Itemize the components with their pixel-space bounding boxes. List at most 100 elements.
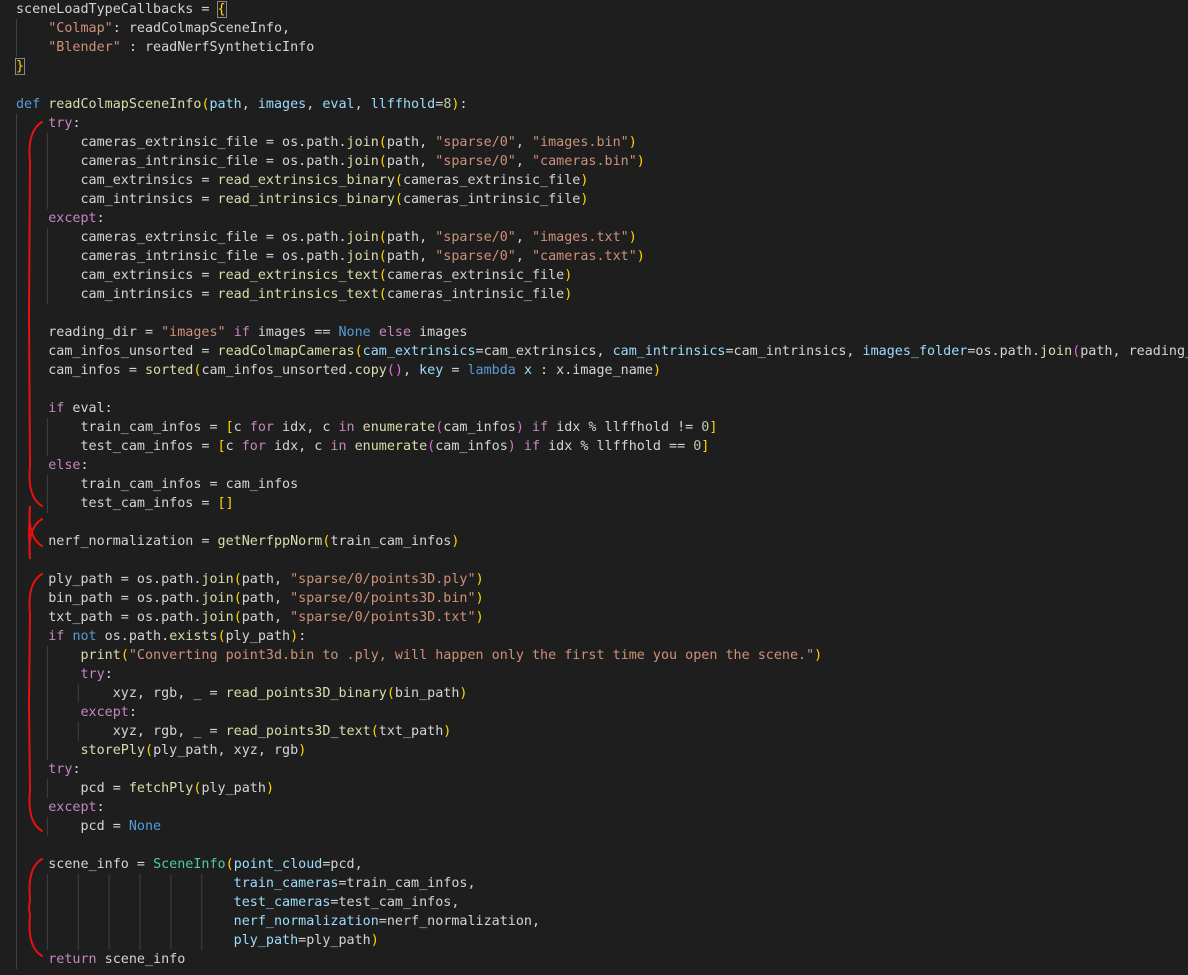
code-token: cam_intrinsics = <box>16 287 218 302</box>
code-token: ) <box>298 743 307 758</box>
code-line[interactable]: } <box>14 57 26 76</box>
code-token: "images.bin" <box>531 135 629 150</box>
code-line[interactable]: print("Converting point3d.bin to .ply, w… <box>16 646 823 665</box>
code-line[interactable]: train_cam_infos = [c for idx, c in enume… <box>16 418 717 437</box>
code-token: "cameras.bin" <box>531 154 637 169</box>
code-line[interactable]: cameras_extrinsic_file = os.path.join(pa… <box>16 228 636 247</box>
code-line[interactable]: test_cam_infos = [c for idx, c in enumer… <box>16 437 709 456</box>
code-token: ( <box>217 629 226 644</box>
code-line[interactable]: nerf_normalization=nerf_normalization, <box>16 912 540 931</box>
code-line[interactable]: scene_info = SceneInfo(point_cloud=pcd, <box>16 855 362 874</box>
code-token: join <box>1039 344 1073 359</box>
code-token: join <box>346 249 379 264</box>
code-token: images == <box>249 325 339 340</box>
code-token: , <box>515 230 532 245</box>
code-token: for <box>241 439 266 454</box>
code-line[interactable]: ply_path = os.path.join(path, "sparse/0/… <box>16 570 483 589</box>
code-token: for <box>249 420 274 435</box>
code-token: ( <box>233 591 242 606</box>
code-token: getNerfppNorm <box>217 534 323 549</box>
code-line[interactable]: except: <box>16 209 105 228</box>
code-line[interactable]: return scene_info <box>16 950 185 969</box>
code-line[interactable]: xyz, rgb, _ = read_points3D_text(txt_pat… <box>16 722 452 741</box>
code-line[interactable]: try: <box>16 665 113 684</box>
code-token: "sparse/0" <box>435 249 516 264</box>
code-token: ) <box>814 648 823 663</box>
code-token: ( <box>378 249 387 264</box>
code-line[interactable]: reading_dir = "images" if images == None… <box>16 323 467 342</box>
code-token: path, <box>241 591 291 606</box>
code-token: join <box>346 135 379 150</box>
code-line[interactable]: if eval: <box>16 399 113 418</box>
code-line[interactable]: sceneLoadTypeCallbacks = { <box>16 0 227 19</box>
code-token: , <box>354 97 371 112</box>
code-line[interactable]: cam_infos_unsorted = readColmapCameras(c… <box>16 342 1188 361</box>
code-line[interactable]: cameras_intrinsic_file = os.path.join(pa… <box>16 152 644 171</box>
code-token: ) <box>580 173 589 188</box>
code-token: : readNerfSyntheticInfo <box>120 40 315 55</box>
code-token: , <box>515 154 532 169</box>
code-line[interactable]: nerf_normalization = getNerfppNorm(train… <box>16 532 459 551</box>
code-line[interactable]: cam_infos = sorted(cam_infos_unsorted.co… <box>16 361 661 380</box>
code-line[interactable]: pcd = None <box>16 817 161 836</box>
code-line[interactable]: cam_intrinsics = read_intrinsics_binary(… <box>16 190 588 209</box>
code-line[interactable]: if not os.path.exists(ply_path): <box>16 627 306 646</box>
code-token: ( <box>394 173 403 188</box>
code-line[interactable]: pcd = fetchPly(ply_path) <box>16 779 274 798</box>
code-line[interactable]: ply_path=ply_path) <box>16 931 379 950</box>
code-token: cam_infos_unsorted. <box>201 363 355 378</box>
code-token: : <box>298 629 307 644</box>
code-line[interactable]: cam_extrinsics = read_extrinsics_binary(… <box>16 171 588 190</box>
code-token: idx % llffhold != <box>548 420 702 435</box>
code-line[interactable]: try: <box>16 114 80 133</box>
code-line[interactable]: bin_path = os.path.join(path, "sparse/0/… <box>16 589 483 608</box>
code-line[interactable]: except: <box>16 703 137 722</box>
code-line[interactable]: "Blender" : readNerfSyntheticInfo <box>16 38 314 57</box>
code-line[interactable]: except: <box>16 798 105 817</box>
code-token: def <box>16 97 49 112</box>
code-token: if <box>531 420 549 435</box>
code-line[interactable]: storePly(ply_path, xyz, rgb) <box>16 741 307 760</box>
code-token: cameras_intrinsic_file = os.path. <box>16 154 347 169</box>
code-line[interactable]: cameras_intrinsic_file = os.path.join(pa… <box>16 247 644 266</box>
code-token: test_cameras <box>233 895 331 910</box>
code-token: path, <box>386 230 436 245</box>
code-line[interactable]: try: <box>16 760 80 779</box>
code-token: ply_path <box>201 781 266 796</box>
code-line[interactable]: test_cam_infos = [] <box>16 494 233 513</box>
code-token: ) <box>507 439 516 454</box>
code-line[interactable]: train_cam_infos = cam_infos <box>16 475 298 494</box>
code-token: read_intrinsics_binary <box>217 192 395 207</box>
code-editor[interactable]: sceneLoadTypeCallbacks = { "Colmap": rea… <box>0 0 1188 975</box>
code-line[interactable]: "Colmap": readColmapSceneInfo, <box>16 19 290 38</box>
code-token: cam_infos <box>435 439 508 454</box>
code-line[interactable]: cam_extrinsics = read_extrinsics_text(ca… <box>16 266 572 285</box>
code-token: : <box>96 211 105 226</box>
code-token: ] <box>709 420 718 435</box>
code-token: point_cloud <box>233 857 323 872</box>
code-line[interactable]: cam_intrinsics = read_intrinsics_text(ca… <box>16 285 572 304</box>
code-line[interactable]: else: <box>16 456 88 475</box>
code-token: bin_path = os.path. <box>16 591 202 606</box>
code-token: SceneInfo <box>153 857 226 872</box>
code-line[interactable]: test_cameras=test_cam_infos, <box>16 893 460 912</box>
code-token: "images.txt" <box>531 230 629 245</box>
code-token: ) <box>515 420 524 435</box>
code-line[interactable]: train_cameras=train_cam_infos, <box>16 874 476 893</box>
code-token: bin_path <box>394 686 460 701</box>
code-token: try <box>48 762 73 777</box>
code-token: enumerate <box>354 439 428 454</box>
code-token: "images" <box>161 325 226 340</box>
code-line[interactable]: xyz, rgb, _ = read_points3D_binary(bin_p… <box>16 684 468 703</box>
code-line[interactable]: cameras_extrinsic_file = os.path.join(pa… <box>16 133 636 152</box>
code-token: : <box>96 800 105 815</box>
code-token: test_cam_infos = <box>16 496 218 511</box>
code-token: ( <box>354 344 363 359</box>
code-line[interactable]: txt_path = os.path.join(path, "sparse/0/… <box>16 608 483 627</box>
code-line[interactable]: def readColmapSceneInfo(path, images, ev… <box>16 95 468 114</box>
